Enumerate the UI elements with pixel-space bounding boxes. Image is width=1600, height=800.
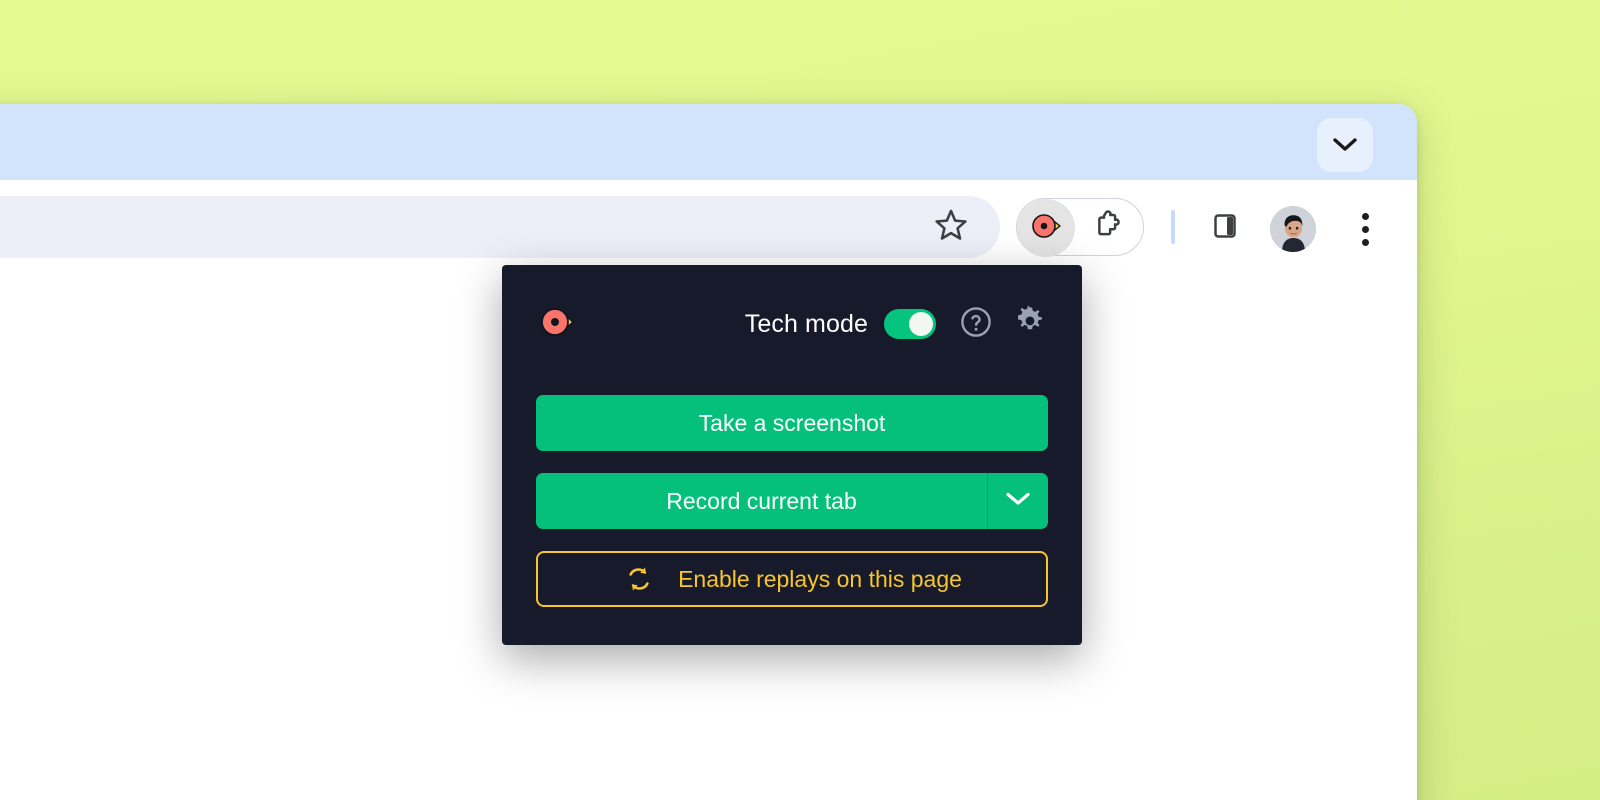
address-bar[interactable] [0, 196, 1000, 258]
tech-mode-toggle[interactable] [884, 309, 936, 339]
puzzle-icon [1091, 209, 1125, 248]
profile-avatar[interactable] [1270, 206, 1316, 252]
question-circle-icon [959, 305, 993, 344]
screenity-logo-icon [536, 308, 578, 345]
screenshot-stage: Tech mode Take a screenshot Record curre… [0, 0, 1600, 800]
star-icon [933, 207, 969, 248]
browser-toolbar [0, 180, 1417, 347]
extension-popup: Tech mode Take a screenshot Record curre… [502, 265, 1082, 645]
popup-header-controls: Tech mode [744, 304, 1048, 344]
side-panel-icon [1210, 211, 1240, 246]
popup-actions: Take a screenshot Record current tab Ena… [536, 395, 1048, 607]
tech-mode-toggle-knob [909, 312, 933, 336]
screenity-logo-icon [1028, 210, 1064, 247]
three-dots-icon [1361, 212, 1369, 246]
take-screenshot-button[interactable]: Take a screenshot [536, 395, 1048, 451]
help-button[interactable] [958, 306, 994, 342]
record-current-tab-button[interactable]: Record current tab [536, 473, 988, 529]
toolbar-divider [1171, 210, 1175, 244]
popup-header: Tech mode [536, 295, 1048, 353]
browser-menu-button[interactable] [1345, 208, 1385, 250]
browser-tab-strip [0, 104, 1417, 180]
extensions-puzzle-button[interactable] [1079, 199, 1137, 257]
extension-screenity-button[interactable] [1017, 199, 1075, 257]
side-panel-button[interactable] [1205, 208, 1245, 248]
extensions-pill [1016, 198, 1144, 257]
avatar-icon [1270, 206, 1316, 252]
record-options-dropdown-button[interactable] [988, 473, 1048, 529]
settings-button[interactable] [1012, 304, 1048, 344]
gear-icon [1013, 304, 1047, 344]
chevron-down-icon [1332, 137, 1358, 153]
bookmark-star-button[interactable] [930, 206, 972, 248]
record-button-group: Record current tab [536, 473, 1048, 529]
popup-logo [536, 303, 578, 345]
tech-mode-label: Tech mode [744, 309, 868, 338]
tab-strip-collapse-button[interactable] [1317, 118, 1373, 172]
enable-replays-button[interactable]: Enable replays on this page [536, 551, 1048, 607]
repeat-loop-icon [622, 563, 656, 595]
chevron-down-icon [1005, 491, 1031, 512]
enable-replays-label: Enable replays on this page [678, 565, 962, 592]
